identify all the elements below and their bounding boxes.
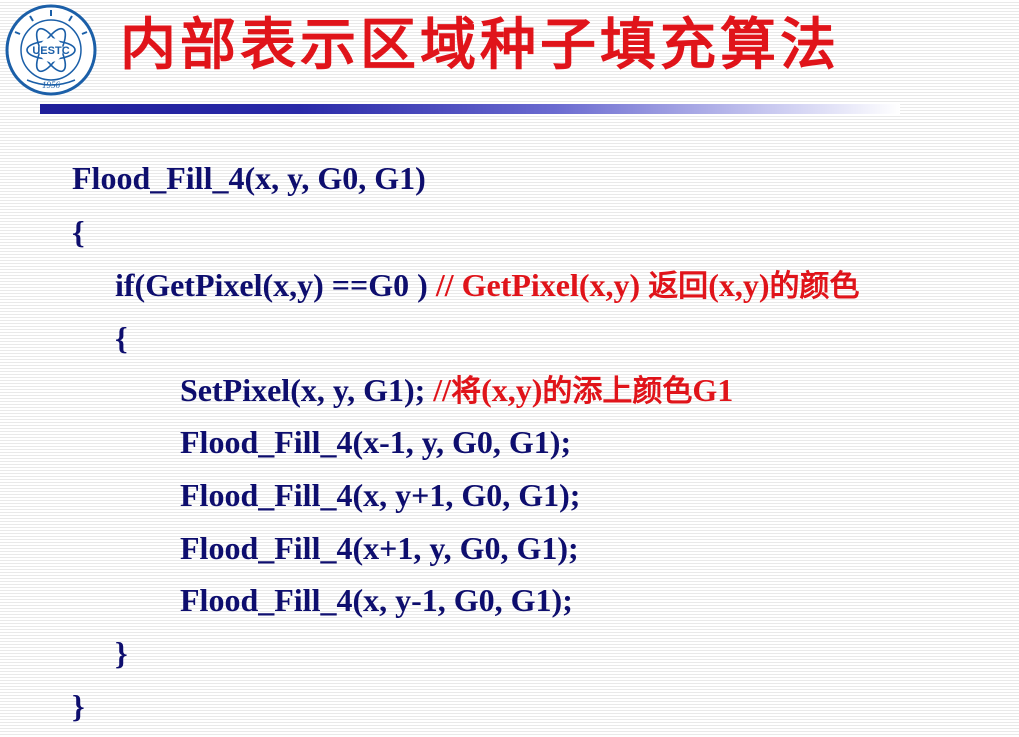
code-line-call-4: Flood_Fill_4(x, y-1, G0, G1);: [180, 582, 573, 618]
code-line-close-brace-outer: }: [72, 688, 85, 724]
if-comment-prefix: // GetPixel(x,y): [435, 267, 649, 303]
if-comment: // GetPixel(x,y) 返回(x,y)的颜色: [435, 267, 860, 304]
code-line-open-brace-inner: {: [115, 320, 128, 356]
set-comment-prefix: //: [433, 372, 452, 408]
code-line-call-3: Flood_Fill_4(x+1, y, G0, G1);: [180, 530, 579, 566]
code-line-signature: Flood_Fill_4(x, y, G0, G1): [72, 160, 426, 196]
set-pixel-statement: SetPixel(x, y, G1);: [180, 372, 434, 408]
code-line-open-brace-outer: {: [72, 214, 85, 250]
code-line-set-pixel: SetPixel(x, y, G1); //将(x,y)的添上颜色G1: [180, 370, 733, 412]
code-block: Flood_Fill_4(x, y, G0, G1) { if(GetPixel…: [0, 0, 1019, 737]
set-comment-suffix: G1: [692, 372, 734, 408]
code-line-call-2: Flood_Fill_4(x, y+1, G0, G1);: [180, 477, 581, 513]
if-comment-mid: (x,y): [708, 267, 770, 303]
code-line-close-brace-inner: }: [115, 635, 128, 671]
if-comment-cjk-1: 返回: [648, 269, 709, 304]
if-statement: if(GetPixel(x,y) ==G0 ): [115, 267, 436, 303]
set-comment-cjk-2: 的添上颜色: [542, 374, 693, 409]
code-line-call-1: Flood_Fill_4(x-1, y, G0, G1);: [180, 424, 572, 460]
set-comment-mid: (x,y): [481, 372, 543, 408]
set-pixel-comment: //将(x,y)的添上颜色G1: [433, 372, 734, 409]
code-line-if: if(GetPixel(x,y) ==G0 ) // GetPixel(x,y)…: [115, 265, 860, 307]
if-comment-cjk-2: 的颜色: [769, 269, 860, 304]
set-comment-cjk-1: 将: [451, 374, 482, 409]
